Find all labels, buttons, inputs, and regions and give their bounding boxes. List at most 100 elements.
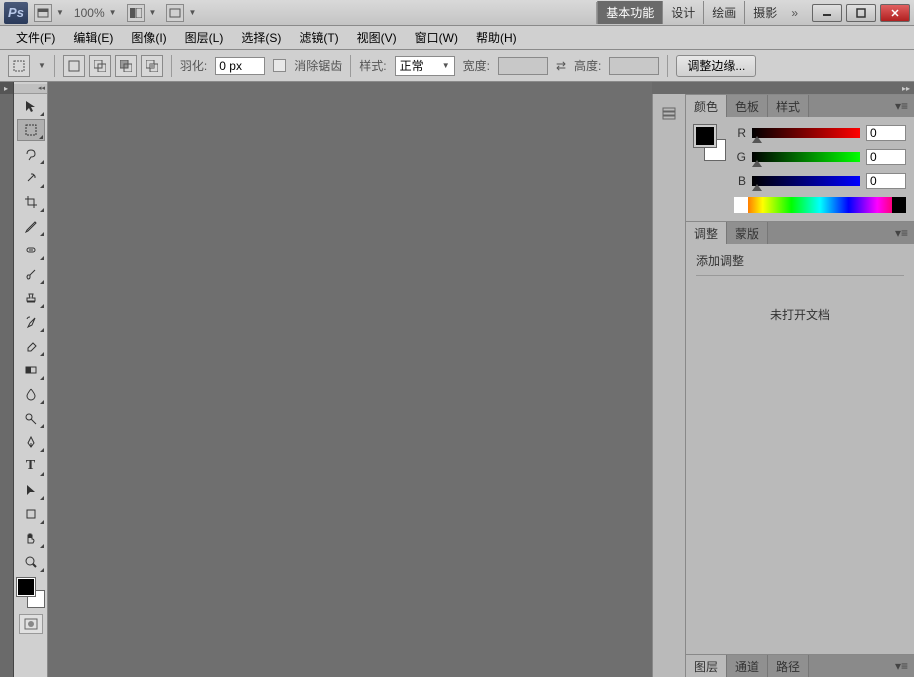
workspace-tab-photography[interactable]: 摄影 (744, 1, 785, 24)
menu-select[interactable]: 选择(S) (233, 26, 289, 49)
tool-hand[interactable] (17, 527, 45, 549)
panel-menu-icon[interactable]: ▾≡ (889, 222, 914, 244)
tool-move[interactable] (17, 95, 45, 117)
tool-lasso[interactable] (17, 143, 45, 165)
b-label: B (734, 174, 746, 188)
app-logo: Ps (4, 2, 28, 24)
tool-gradient[interactable] (17, 359, 45, 381)
selection-add-button[interactable] (89, 55, 111, 77)
menu-file[interactable]: 文件(F) (8, 26, 63, 49)
r-value-input[interactable] (866, 125, 906, 141)
width-label: 宽度: (463, 57, 490, 74)
tool-preset-dropdown[interactable]: ▼ (38, 61, 46, 70)
menu-view[interactable]: 视图(V) (349, 26, 405, 49)
menu-help[interactable]: 帮助(H) (468, 26, 525, 49)
b-slider[interactable] (752, 176, 860, 186)
tab-color[interactable]: 颜色 (686, 95, 727, 117)
workspace-tab-essentials[interactable]: 基本功能 (597, 1, 662, 24)
chevron-down-icon[interactable]: ▼ (109, 8, 117, 17)
tool-brush[interactable] (17, 263, 45, 285)
r-slider[interactable] (752, 128, 860, 138)
document-area (48, 82, 652, 677)
chevron-down-icon[interactable]: ▼ (149, 8, 157, 17)
tool-shape[interactable] (17, 503, 45, 525)
layers-panel: 图层 通道 路径 ▾≡ (686, 654, 914, 677)
panel-menu-icon[interactable]: ▾≡ (889, 655, 914, 677)
workspace-tab-painting[interactable]: 绘画 (703, 1, 744, 24)
tool-heal[interactable] (17, 239, 45, 261)
chevron-down-icon[interactable]: ▼ (188, 8, 196, 17)
tab-channels[interactable]: 通道 (727, 655, 768, 677)
tool-eraser[interactable] (17, 335, 45, 357)
expand-dock-icon[interactable]: ▸ (0, 82, 13, 94)
foreground-color-swatch[interactable] (17, 578, 35, 596)
zoom-level[interactable]: 100% (74, 6, 105, 20)
tool-crop[interactable] (17, 191, 45, 213)
height-input (609, 57, 659, 75)
tool-wand[interactable] (17, 167, 45, 189)
refine-edge-button[interactable]: 调整边缘... (676, 55, 756, 77)
b-value-input[interactable] (866, 173, 906, 189)
add-adjustment-label: 添加调整 (696, 252, 904, 269)
history-panel-icon[interactable] (655, 100, 683, 126)
screen-mode-button[interactable] (166, 4, 184, 22)
swap-icon: ⇄ (556, 59, 566, 73)
options-bar: ▼ 羽化: 消除锯齿 样式: 正常▼ 宽度: ⇄ 高度: 调整边缘... (0, 50, 914, 82)
menu-image[interactable]: 图像(I) (123, 26, 174, 49)
menu-window[interactable]: 窗口(W) (407, 26, 466, 49)
g-slider[interactable] (752, 152, 860, 162)
r-label: R (734, 126, 746, 140)
tool-path-select[interactable] (17, 479, 45, 501)
minimize-button[interactable] (812, 4, 842, 22)
launch-bridge-button[interactable] (34, 4, 52, 22)
panel-foreground-swatch[interactable] (694, 125, 716, 147)
tool-zoom[interactable] (17, 551, 45, 573)
tool-history-brush[interactable] (17, 311, 45, 333)
tab-adjustments[interactable]: 调整 (686, 222, 727, 244)
g-value-input[interactable] (866, 149, 906, 165)
current-tool-icon[interactable] (8, 55, 30, 77)
width-input (498, 57, 548, 75)
tool-stamp[interactable] (17, 287, 45, 309)
tool-pen[interactable] (17, 431, 45, 453)
antialias-label: 消除锯齿 (294, 57, 342, 74)
tool-marquee[interactable] (17, 119, 45, 141)
panel-menu-icon[interactable]: ▾≡ (889, 95, 914, 117)
g-label: G (734, 150, 746, 164)
tab-styles[interactable]: 样式 (768, 95, 809, 117)
selection-subtract-button[interactable] (115, 55, 137, 77)
color-spectrum[interactable] (734, 197, 906, 213)
menu-edit[interactable]: 编辑(E) (65, 26, 121, 49)
selection-intersect-button[interactable] (141, 55, 163, 77)
tab-layers[interactable]: 图层 (686, 655, 727, 677)
right-dock-gutter[interactable]: ▸▸ (652, 82, 914, 94)
tool-dodge[interactable] (17, 407, 45, 429)
workspace-tab-design[interactable]: 设计 (662, 1, 703, 24)
title-bar: Ps ▼ 100% ▼ ▼ ▼ 基本功能 设计 绘画 摄影 » (0, 0, 914, 26)
menu-filter[interactable]: 滤镜(T) (291, 26, 346, 49)
quick-mask-button[interactable] (19, 614, 43, 634)
menu-layer[interactable]: 图层(L) (177, 26, 232, 49)
tools-panel: ◂◂ T (14, 82, 48, 677)
no-document-message: 未打开文档 (696, 306, 904, 323)
maximize-button[interactable] (846, 4, 876, 22)
collapsed-dock (652, 94, 686, 677)
workspace-switcher: 基本功能 设计 绘画 摄影 » (597, 1, 804, 24)
tool-type[interactable]: T (17, 455, 45, 477)
style-label: 样式: (359, 57, 386, 74)
tool-blur[interactable] (17, 383, 45, 405)
tab-paths[interactable]: 路径 (768, 655, 809, 677)
selection-new-button[interactable] (63, 55, 85, 77)
arrange-documents-button[interactable] (127, 4, 145, 22)
tool-eyedropper[interactable] (17, 215, 45, 237)
selection-mode-group (63, 55, 163, 77)
more-workspaces-button[interactable]: » (785, 6, 804, 20)
close-button[interactable] (880, 4, 910, 22)
menu-bar: 文件(F) 编辑(E) 图像(I) 图层(L) 选择(S) 滤镜(T) 视图(V… (0, 26, 914, 50)
color-swatches[interactable] (17, 578, 45, 608)
tab-masks[interactable]: 蒙版 (727, 222, 768, 244)
tab-swatches[interactable]: 色板 (727, 95, 768, 117)
feather-input[interactable] (215, 57, 265, 75)
style-select[interactable]: 正常▼ (395, 56, 455, 76)
adjustments-panel: 调整 蒙版 ▾≡ 添加调整 未打开文档 (686, 221, 914, 654)
